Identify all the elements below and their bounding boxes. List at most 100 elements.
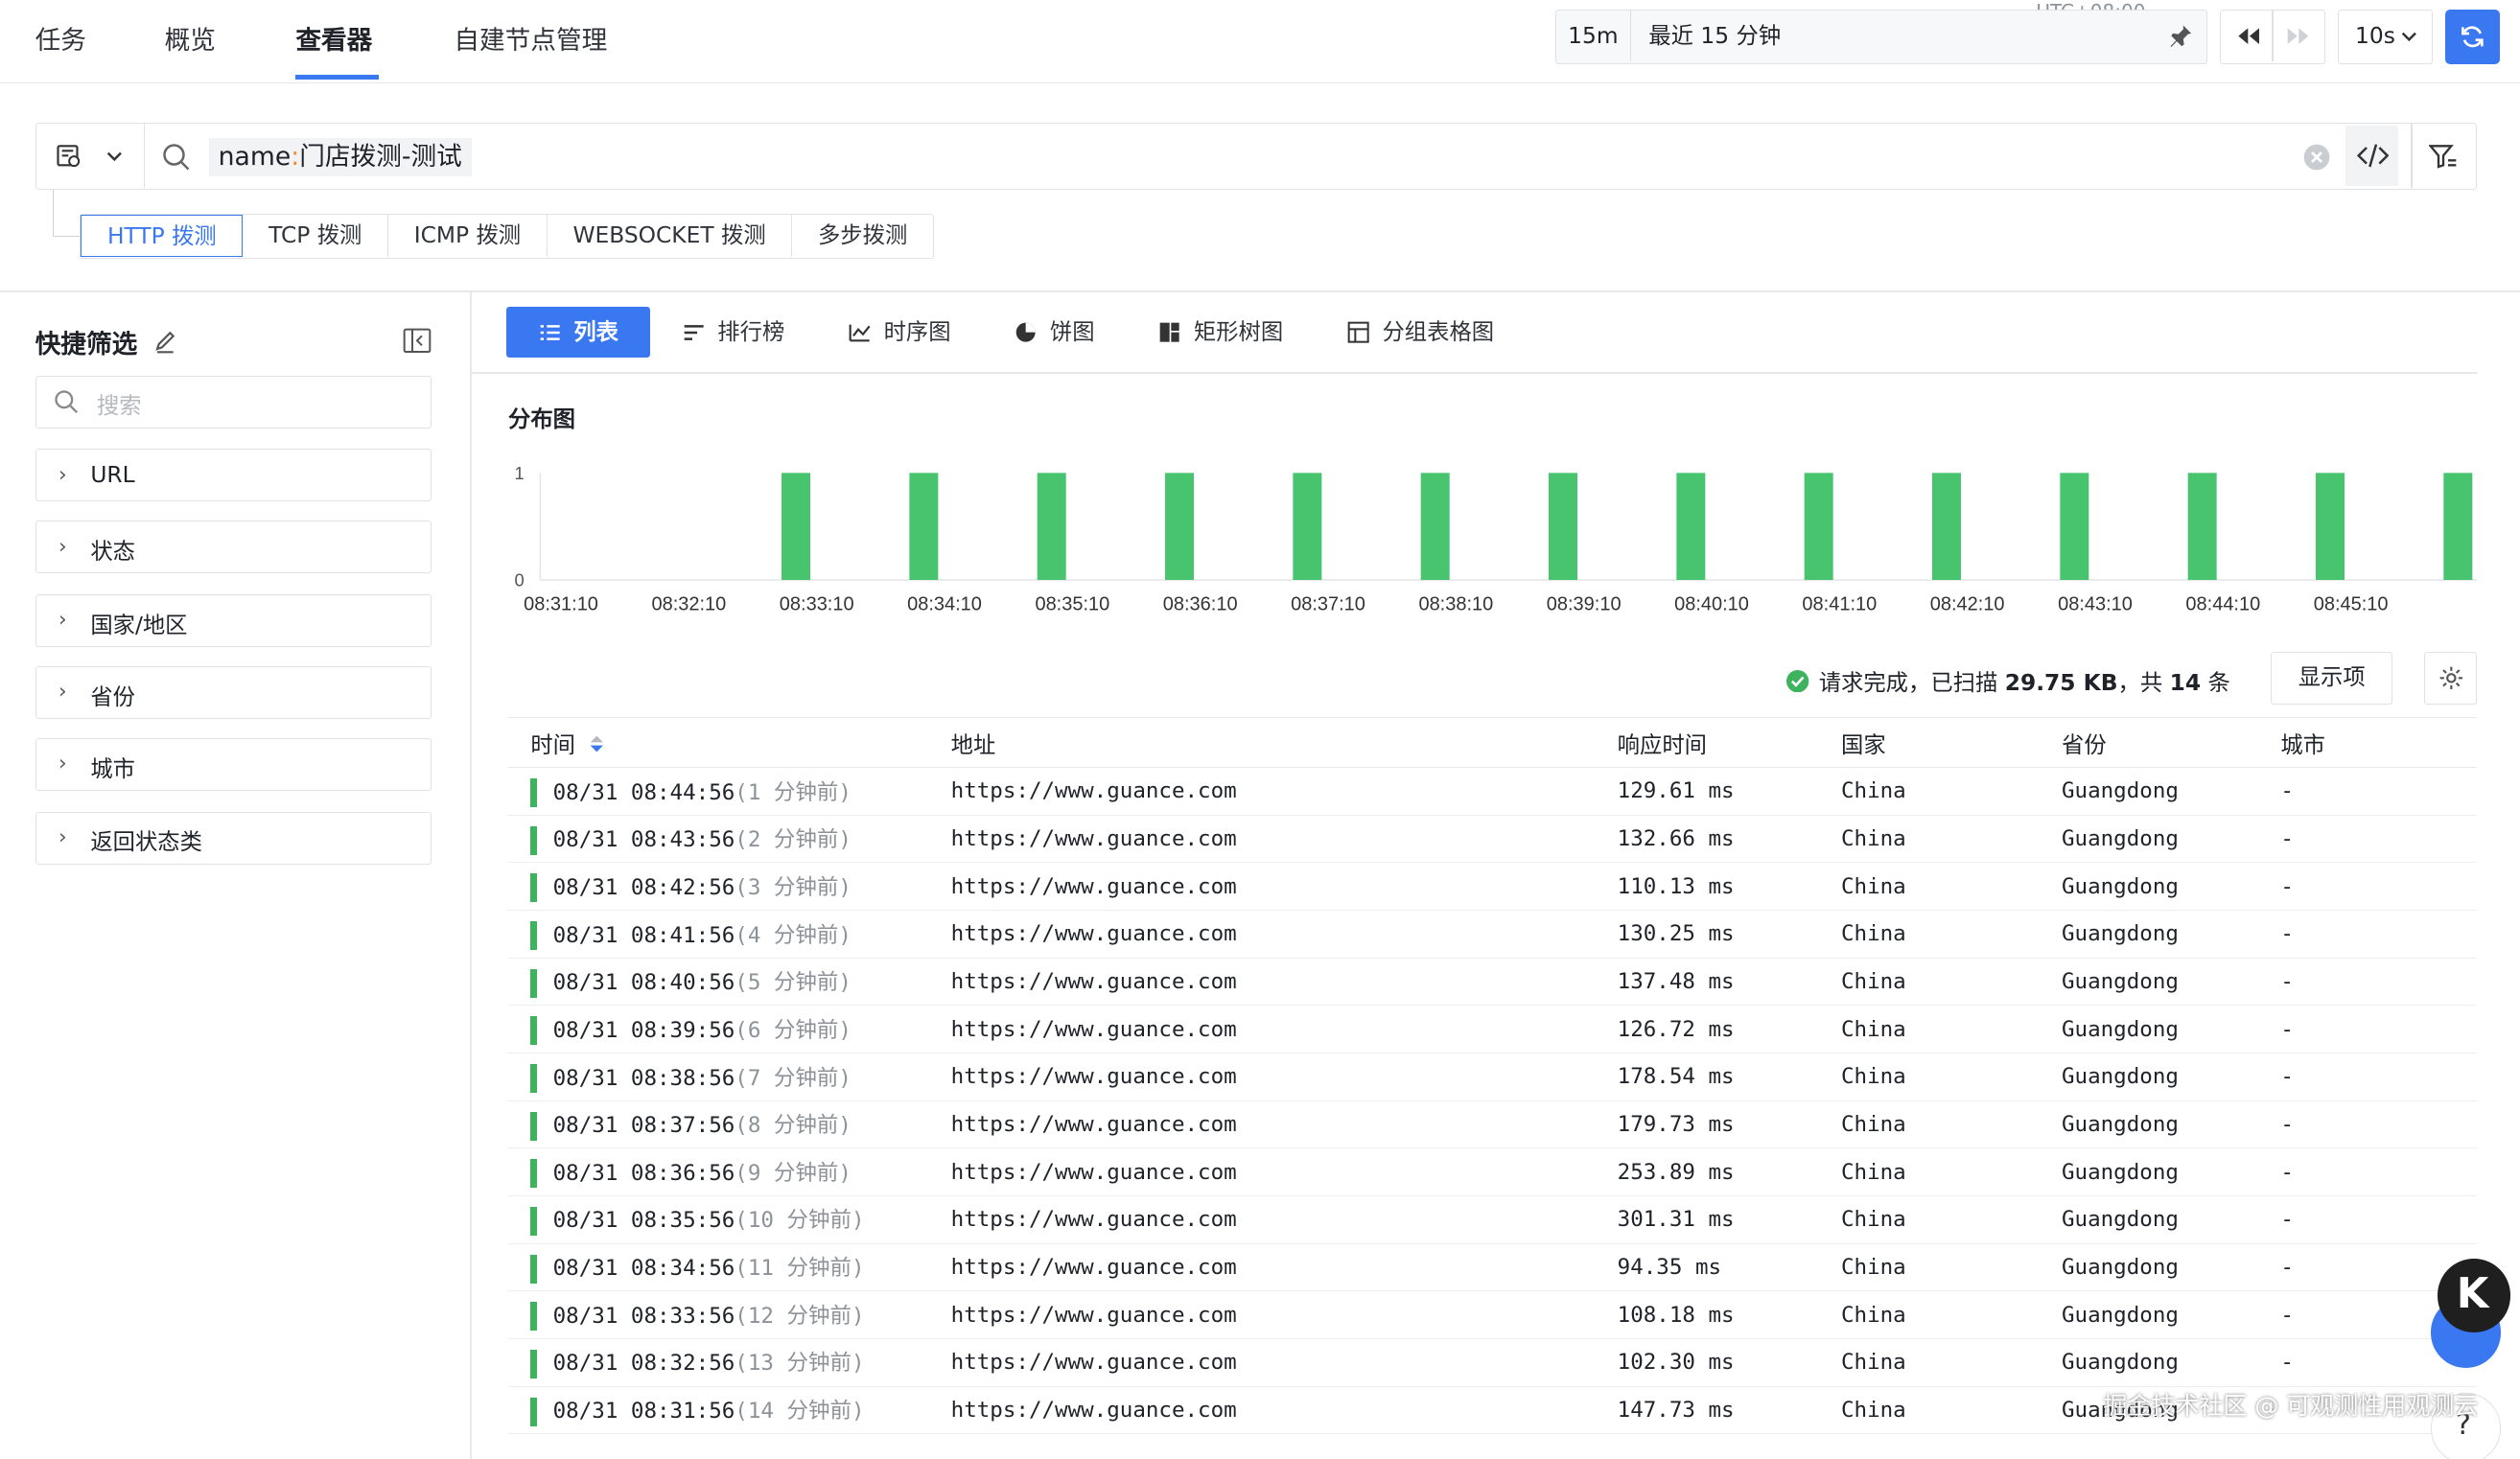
refresh-interval-select[interactable]: 10s [2338, 10, 2433, 64]
pin-icon[interactable] [2168, 23, 2194, 49]
bar [1293, 473, 1322, 580]
table-row[interactable]: 08/31 08:41:56(4 分钟前) https://www.guance.… [508, 910, 2478, 959]
status-indicator [530, 921, 537, 951]
clear-icon[interactable] [2302, 143, 2331, 172]
cell-url: https://www.guance.com [950, 1053, 1618, 1101]
time-range-short[interactable]: 15m [1556, 11, 1632, 62]
x-tick-label: 08:33:10 [780, 594, 854, 615]
quick-filter-search-input[interactable]: 搜索 [35, 375, 432, 428]
code-icon [2356, 144, 2390, 168]
tab-grouped-table[interactable]: 分组表格图 [1316, 307, 1527, 358]
time-range-picker[interactable]: 15m 最近 15 分钟 [1554, 10, 2207, 64]
facet-city[interactable]: › 城市 [35, 738, 432, 791]
x-tick-label: 08:32:10 [651, 594, 726, 615]
facet-province[interactable]: › 省份 [35, 666, 432, 719]
table-row[interactable]: 08/31 08:33:56(12 分钟前) https://www.guance… [508, 1290, 2478, 1339]
tab-websocket-probe[interactable]: WEBSOCKET 拨测 [548, 215, 793, 257]
tab-list[interactable]: 列表 [506, 307, 651, 359]
cell-url: https://www.guance.com [950, 815, 1618, 864]
status-mid: ，共 [2117, 669, 2170, 697]
cell-url: https://www.guance.com [950, 1386, 1618, 1435]
status-indicator [530, 825, 537, 855]
table-row[interactable]: 08/31 08:35:56(10 分钟前) https://www.guance… [508, 1195, 2478, 1244]
tab-treemap[interactable]: 矩形树图 [1127, 307, 1316, 358]
col-city: 城市 [2280, 717, 2478, 768]
x-tick-label: 08:37:10 [1291, 594, 1365, 615]
cell-city: - [2280, 862, 2478, 911]
table-row[interactable]: 08/31 08:34:56(11 分钟前) https://www.guance… [508, 1243, 2478, 1292]
filter-value: 门店拨测-测试 [299, 142, 462, 173]
chevron-right-icon: › [58, 752, 67, 776]
col-time[interactable]: 时间 [508, 717, 951, 768]
tab-ranking[interactable]: 排行榜 [650, 307, 816, 358]
tab-self-built-nodes[interactable]: 自建节点管理 [454, 19, 607, 57]
cell-time: 08/31 08:42:56(3 分钟前) [508, 862, 951, 911]
cell-country: China [1841, 1338, 2062, 1387]
table-row[interactable]: 08/31 08:39:56(6 分钟前) https://www.guance.… [508, 1005, 2478, 1054]
edit-icon[interactable] [152, 330, 178, 356]
top-nav: 任务 概览 查看器 自建节点管理 UTC+08:00 15m 最近 15 分钟 … [0, 0, 2520, 83]
sort-icon[interactable] [589, 734, 605, 753]
facet-label: 省份 [90, 683, 135, 710]
facet-country[interactable]: › 国家/地区 [35, 594, 432, 647]
settings-button[interactable] [2424, 652, 2478, 705]
table-row[interactable]: 08/31 08:42:56(3 分钟前) https://www.guance.… [508, 862, 2478, 911]
tab-multistep-probe[interactable]: 多步拨测 [792, 215, 933, 256]
tab-tcp-probe[interactable]: TCP 拨测 [243, 215, 389, 257]
cell-time-ago: (14 分钟前) [735, 1399, 865, 1424]
tab-pie[interactable]: 饼图 [983, 307, 1127, 358]
x-tick-label: 08:36:10 [1163, 594, 1238, 615]
table-row[interactable]: 08/31 08:44:56(1 分钟前) https://www.guance.… [508, 767, 2478, 816]
rewind-icon[interactable] [2235, 25, 2261, 47]
cell-time: 08/31 08:36:56(9 分钟前) [508, 1147, 951, 1196]
filter-settings-icon[interactable] [2428, 143, 2458, 172]
tab-viewer[interactable]: 查看器 [295, 19, 372, 57]
facet-url[interactable]: › URL [35, 449, 432, 502]
tab-timeseries[interactable]: 时序图 [817, 307, 983, 358]
refresh-button[interactable] [2445, 10, 2500, 64]
cell-time-value: 08/31 08:44:56 [552, 779, 735, 805]
table-row[interactable]: 08/31 08:37:56(8 分钟前) https://www.guance.… [508, 1100, 2478, 1149]
x-tick-label: 08:38:10 [1418, 594, 1493, 615]
cell-province: Guangdong [2062, 1005, 2281, 1054]
forward-icon[interactable] [2286, 25, 2312, 47]
cell-province: Guangdong [2062, 1053, 2281, 1101]
tab-tasks[interactable]: 任务 [35, 19, 86, 57]
status-indicator [530, 1349, 537, 1378]
active-tab-underline [295, 75, 379, 81]
cell-response-time: 253.89 ms [1617, 1147, 1841, 1196]
facet-status[interactable]: › 状态 [35, 521, 432, 574]
time-nav-group [2220, 10, 2326, 64]
cell-time-ago: (11 分钟前) [735, 1256, 865, 1282]
table-row[interactable]: 08/31 08:32:56(13 分钟前) https://www.guance… [508, 1338, 2478, 1387]
floating-k-button[interactable]: K [2437, 1259, 2511, 1333]
table-row[interactable]: 08/31 08:43:56(2 分钟前) https://www.guance.… [508, 815, 2478, 864]
code-mode-button[interactable] [2345, 125, 2399, 187]
table-row[interactable]: 08/31 08:36:56(9 分钟前) https://www.guance.… [508, 1147, 2478, 1196]
tab-overview[interactable]: 概览 [165, 19, 216, 57]
facet-status-class[interactable]: › 返回状态类 [35, 811, 432, 865]
tab-icmp-probe[interactable]: ICMP 拨测 [388, 215, 548, 257]
x-tick-label: 08:45:10 [2314, 594, 2389, 615]
table-row[interactable]: 08/31 08:38:56(7 分钟前) https://www.guance.… [508, 1053, 2478, 1101]
tab-http-probe[interactable]: HTTP 拨测 [81, 215, 244, 257]
table-body: 08/31 08:44:56(1 分钟前) https://www.guance.… [508, 767, 2478, 1435]
search-filter-chip[interactable]: name:门店拨测-测试 [208, 138, 472, 177]
sidebar-divider [470, 292, 472, 1459]
cell-country: China [1841, 910, 2062, 959]
col-url: 地址 [950, 717, 1618, 768]
gear-icon [2439, 666, 2462, 690]
display-columns-button[interactable]: 显示项 [2271, 652, 2393, 705]
cell-time: 08/31 08:43:56(2 分钟前) [508, 815, 951, 864]
collapse-sidebar-icon[interactable] [403, 328, 432, 354]
data-source-select[interactable] [36, 124, 145, 188]
view-tabs-divider [471, 372, 2478, 374]
cell-response-time: 179.73 ms [1617, 1100, 1841, 1149]
quick-filter-title-text: 快捷筛选 [35, 329, 138, 359]
cell-time-ago: (10 分钟前) [735, 1208, 865, 1234]
chevron-right-icon: › [58, 680, 67, 705]
refresh-icon [2462, 26, 2484, 48]
bar [782, 473, 811, 580]
table-row[interactable]: 08/31 08:40:56(5 分钟前) https://www.guance.… [508, 958, 2478, 1007]
cell-time-ago: (1 分钟前) [735, 779, 852, 805]
